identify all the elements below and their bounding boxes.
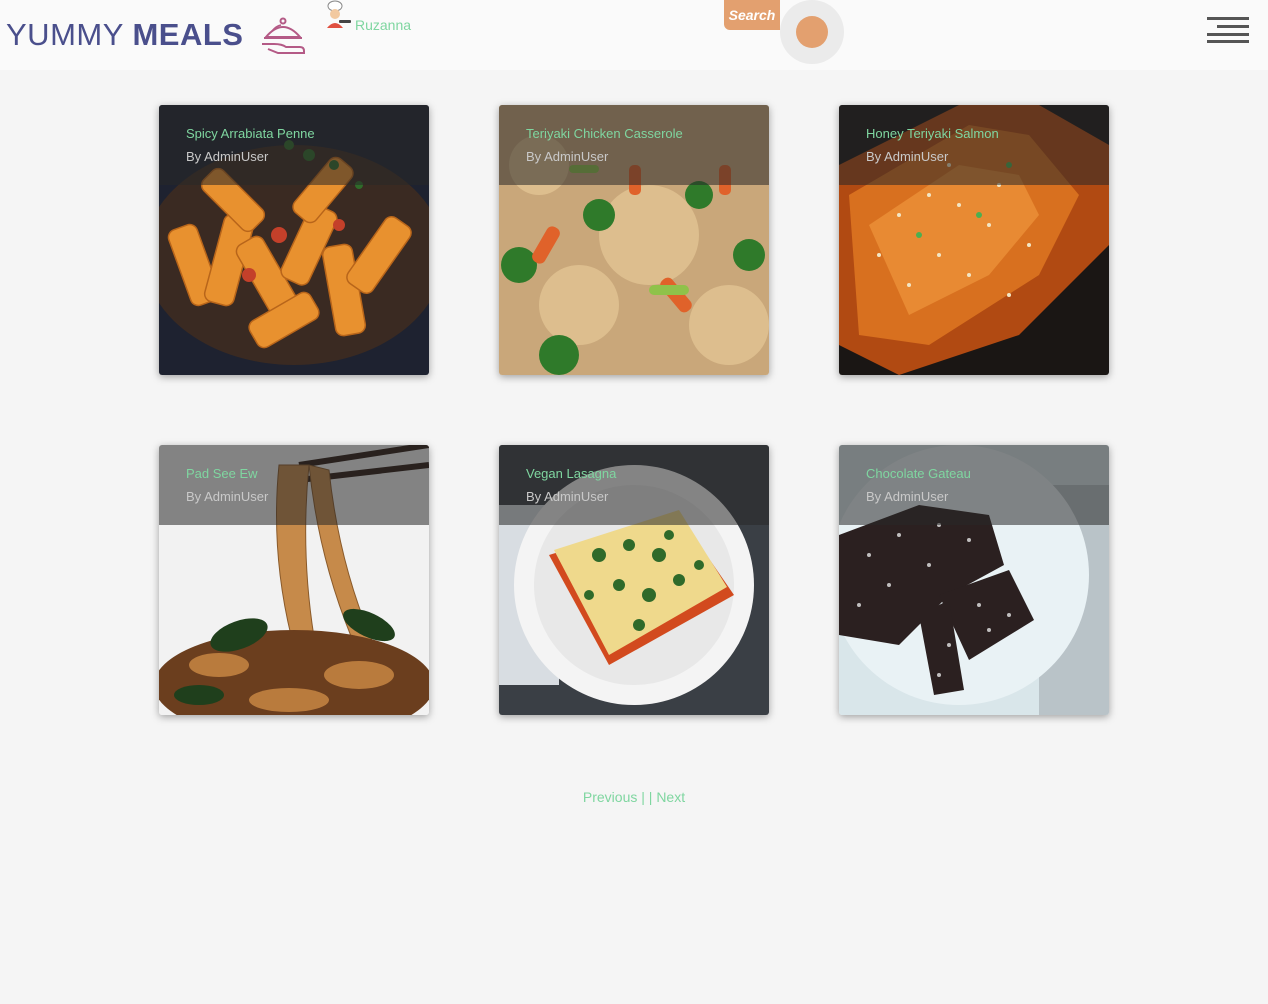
pagination-separator: | | — [641, 789, 653, 805]
pagination: Previous | | Next — [0, 789, 1268, 805]
recipe-card[interactable]: Chocolate Gateau By AdminUser — [839, 445, 1109, 715]
recipe-author: By AdminUser — [866, 149, 949, 164]
top-bar: YUMMY MEALS Ruzanna Search — [0, 0, 1268, 70]
recipe-title[interactable]: Teriyaki Chicken Casserole — [526, 126, 683, 141]
recipe-caption: Honey Teriyaki Salmon By AdminUser — [839, 105, 1109, 185]
recipe-caption: Chocolate Gateau By AdminUser — [839, 445, 1109, 525]
recipe-author: By AdminUser — [186, 489, 269, 504]
recipe-card[interactable]: Teriyaki Chicken Casserole By AdminUser — [499, 105, 769, 375]
recipe-card[interactable]: Spicy Arrabiata Penne By AdminUser — [159, 105, 429, 375]
recipe-card[interactable]: Pad See Ew By AdminUser — [159, 445, 429, 715]
recipe-card[interactable]: Honey Teriyaki Salmon By AdminUser — [839, 105, 1109, 375]
previous-link[interactable]: Previous — [583, 789, 637, 805]
recipe-title[interactable]: Vegan Lasagna — [526, 466, 616, 481]
search-button[interactable]: Search — [724, 0, 780, 30]
recipe-title[interactable]: Pad See Ew — [186, 466, 258, 481]
logo-word-meals: MEALS — [132, 17, 244, 52]
logo-word-yummy: YUMMY — [6, 17, 124, 52]
recipe-author: By AdminUser — [526, 149, 609, 164]
recipe-caption: Vegan Lasagna By AdminUser — [499, 445, 769, 525]
recipe-caption: Pad See Ew By AdminUser — [159, 445, 429, 525]
next-link[interactable]: Next — [656, 789, 685, 805]
search-toggle[interactable] — [780, 0, 844, 64]
recipe-author: By AdminUser — [186, 149, 269, 164]
recipe-card[interactable]: Vegan Lasagna By AdminUser — [499, 445, 769, 715]
recipe-caption: Teriyaki Chicken Casserole By AdminUser — [499, 105, 769, 185]
recipe-author: By AdminUser — [866, 489, 949, 504]
cloche-icon — [262, 17, 305, 54]
hamburger-menu-icon[interactable] — [1207, 17, 1249, 43]
recipe-title[interactable]: Spicy Arrabiata Penne — [186, 126, 315, 141]
search-toggle-dot — [796, 16, 828, 48]
chef-avatar-icon — [327, 0, 351, 28]
site-logo[interactable]: YUMMY MEALS — [6, 17, 243, 53]
user-name-link[interactable]: Ruzanna — [355, 17, 411, 33]
recipe-title[interactable]: Chocolate Gateau — [866, 466, 971, 481]
recipe-author: By AdminUser — [526, 489, 609, 504]
recipe-caption: Spicy Arrabiata Penne By AdminUser — [159, 105, 429, 185]
recipe-title[interactable]: Honey Teriyaki Salmon — [866, 126, 999, 141]
